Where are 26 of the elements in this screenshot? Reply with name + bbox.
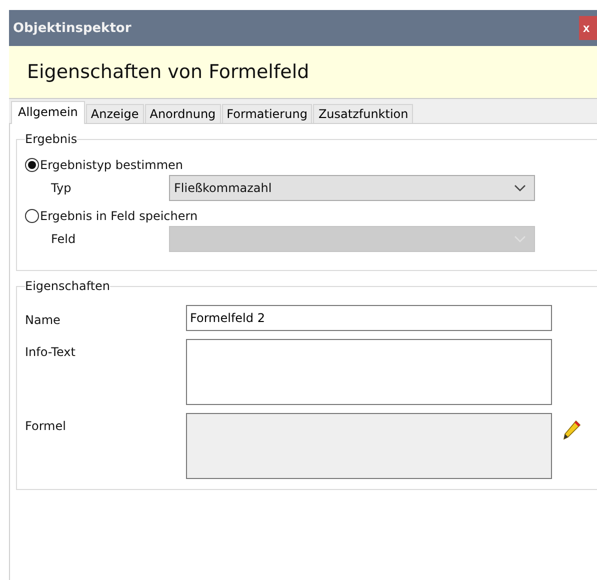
formula-field[interactable] bbox=[186, 413, 552, 479]
radio-label: Ergebnis in Feld speichern bbox=[40, 209, 198, 223]
pencil-icon[interactable] bbox=[562, 419, 582, 441]
tab[interactable]: Zusatzfunktion bbox=[313, 104, 414, 123]
name-field[interactable]: Formelfeld 2 bbox=[186, 305, 552, 331]
field-label: Formel bbox=[25, 418, 67, 433]
radio-button[interactable] bbox=[25, 209, 39, 223]
group-title: Eigenschaften bbox=[25, 279, 110, 293]
field-label: Name bbox=[25, 312, 62, 327]
tab[interactable]: Formatierung bbox=[222, 104, 312, 123]
field-label: Feld bbox=[50, 232, 77, 246]
radio-button[interactable] bbox=[25, 158, 39, 172]
tab[interactable]: Anzeige bbox=[86, 104, 144, 123]
field-label: Typ bbox=[50, 181, 72, 195]
window-title: Objektinspektor bbox=[12, 20, 132, 36]
group-title: Ergebnis bbox=[25, 132, 78, 146]
dropdown[interactable]: Fließkommazahl bbox=[169, 175, 535, 201]
header-title: Eigenschaften von Formelfeld bbox=[26, 61, 310, 83]
radio-label: Ergebnistyp bestimmen bbox=[40, 158, 184, 172]
dropdown-value: Fließkommazahl bbox=[174, 181, 272, 195]
chevron-down-icon bbox=[514, 184, 526, 192]
tab[interactable]: Anordnung bbox=[144, 104, 221, 123]
close-button[interactable]: x bbox=[579, 16, 597, 40]
tab[interactable]: Allgemein bbox=[11, 101, 85, 124]
info-text-field[interactable] bbox=[186, 339, 552, 405]
field-label: Info-Text bbox=[25, 344, 76, 359]
